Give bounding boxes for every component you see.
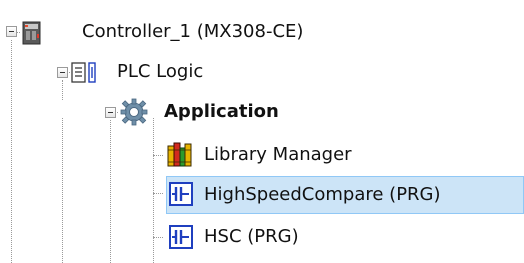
tree-connector: [153, 118, 154, 263]
tree-item-label[interactable]: HSC (PRG): [204, 219, 299, 255]
collapse-toggle-application[interactable]: [105, 107, 116, 118]
collapse-toggle-plc-logic[interactable]: [57, 67, 68, 78]
application-gear-icon: [120, 98, 148, 126]
tree-item-label[interactable]: PLC Logic: [117, 54, 203, 90]
program-pou-icon: [168, 224, 194, 250]
controller-icon: [20, 21, 44, 45]
tree-item-label[interactable]: Controller_1 (MX308-CE): [82, 14, 303, 50]
library-books-icon: [166, 140, 194, 168]
tree-connector: [153, 155, 163, 156]
collapse-toggle-controller[interactable]: [6, 26, 17, 37]
tree-item-label[interactable]: Application: [164, 94, 279, 130]
tree-item-label[interactable]: HighSpeedCompare (PRG): [204, 177, 441, 213]
program-pou-icon: [168, 181, 194, 207]
tree-connector: [110, 120, 111, 263]
tree-connector: [153, 193, 163, 194]
tree-connector: [62, 80, 63, 100]
tree-connector: [11, 40, 12, 263]
tree-connector: [153, 237, 163, 238]
tree-item-label[interactable]: Library Manager: [204, 137, 352, 173]
plc-logic-icon: [70, 60, 104, 84]
project-tree: Controller_1 (MX308-CE) PLC Logic Applic…: [0, 0, 524, 263]
tree-connector: [62, 118, 63, 263]
